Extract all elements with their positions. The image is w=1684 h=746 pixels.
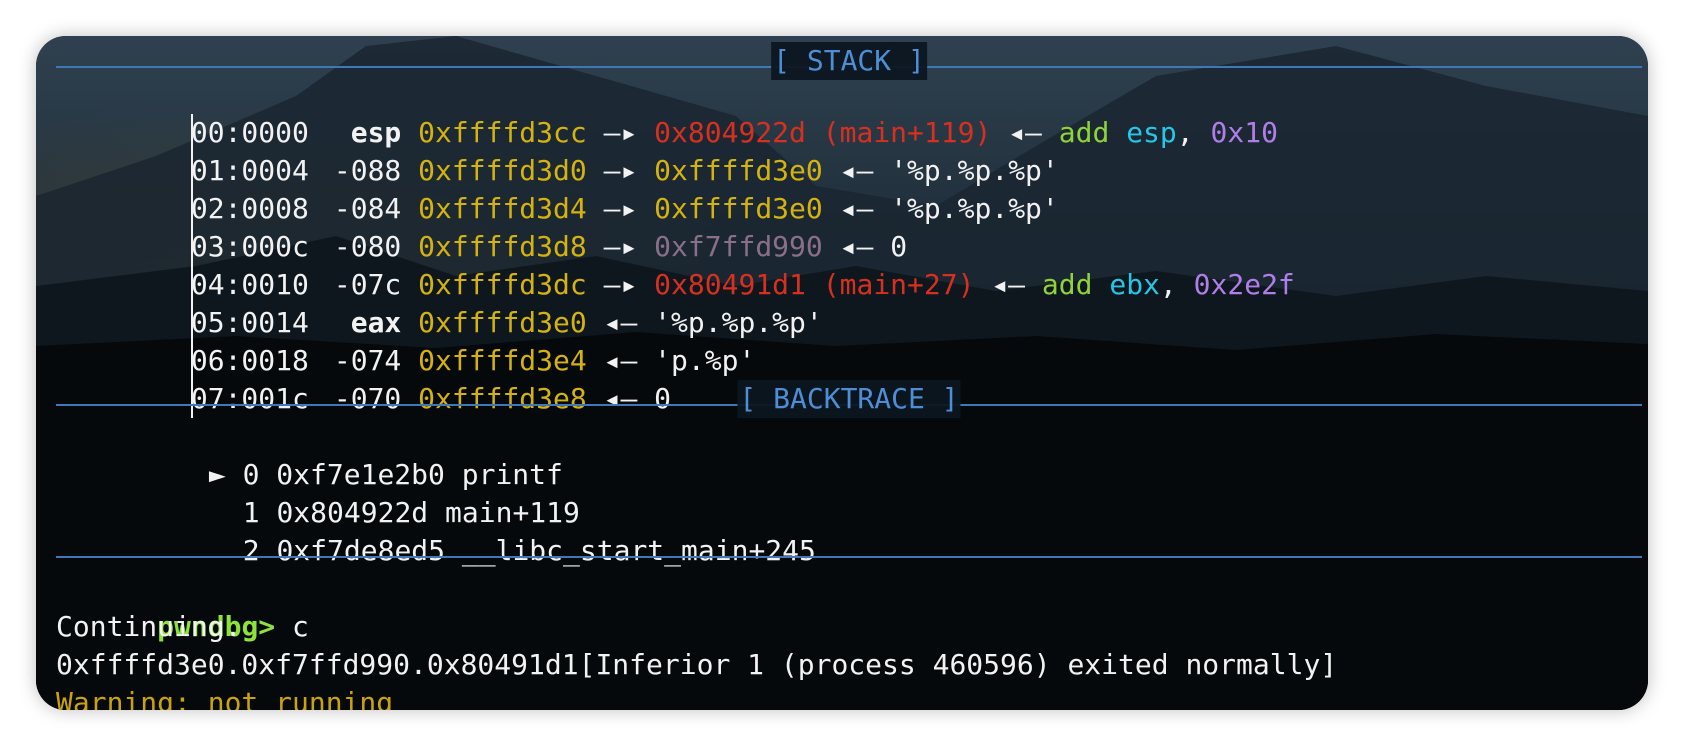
output-program: 0xffffd3e0.0xf7ffd990.0x80491d1[Inferior… [56, 648, 1338, 681]
backtrace-section-header: [ BACKTRACE ] [56, 380, 1642, 418]
stack-row: 00:0000 esp 0xffffd3cc —▸ 0x804922d (mai… [56, 76, 1278, 149]
backtrace-title: [ BACKTRACE ] [737, 380, 961, 418]
stack-row: 04:0010 -07c 0xffffd3dc —▸ 0x80491d1 (mai… [56, 228, 1295, 301]
context-end-divider [56, 536, 1642, 574]
backtrace-frame: 1 0x804922d main+119 [74, 456, 580, 529]
instruction-immediate: 0x10 [1210, 116, 1278, 149]
instruction-register: ebx [1109, 268, 1160, 301]
output-warning: Warning: not running [56, 686, 394, 710]
instruction-comma: , [1176, 116, 1194, 149]
end-rule [56, 556, 1642, 558]
instruction-immediate: 0x2e2f [1193, 268, 1295, 301]
top-fragment-left-2 [816, 36, 826, 41]
top-fragment-right-2 [1316, 36, 1326, 41]
command-text[interactable]: c [275, 610, 309, 643]
stack-row: 07:001c -070 0xffffd3e8 ◂— 0 [56, 342, 671, 415]
top-fragment-left [676, 36, 712, 41]
terminal-content[interactable]: [ STACK ] 00:0000 esp 0xffffd3cc —▸ 0x80… [36, 36, 1648, 710]
output-continuing: Continuing. [56, 610, 242, 643]
command-line[interactable]: pwndbg> c [56, 570, 309, 643]
stack-section-header: [ STACK ] [56, 42, 1642, 80]
stack-row: 05:0014 eax 0xffffd3e0 ◂— '%p.%p.%p' [56, 266, 823, 339]
top-fragment-right [1176, 36, 1212, 41]
backtrace-frame: 2 0xf7de8ed5 __libc_start_main+245 [74, 494, 816, 567]
stack-row: 01:0004 -088 0xffffd3d0 —▸ 0xffffd3e0 ◂— … [56, 114, 1059, 187]
terminal-window: [ STACK ] 00:0000 esp 0xffffd3cc —▸ 0x80… [36, 36, 1648, 710]
instruction-comma: , [1159, 268, 1177, 301]
stack-row: 02:0008 -084 0xffffd3d4 —▸ 0xffffd3e0 ◂— … [56, 152, 1059, 225]
instruction-mnemonic: add [1058, 116, 1110, 149]
instruction-register: esp [1126, 116, 1177, 149]
stack-title: [ STACK ] [771, 42, 927, 80]
instruction-mnemonic: add [1041, 268, 1093, 301]
stack-row: 03:000c -080 0xffffd3d8 —▸ 0xf7ffd990 ◂— … [56, 190, 907, 263]
stack-row: 06:0018 -074 0xffffd3e4 ◂— 'p.%p' [56, 304, 755, 377]
backtrace-frame: ► 0 0xf7e1e2b0 printf [74, 418, 563, 491]
string-value: '%p.%p.%p' [890, 192, 1059, 225]
deref-arrow: ◂— [991, 268, 1026, 301]
